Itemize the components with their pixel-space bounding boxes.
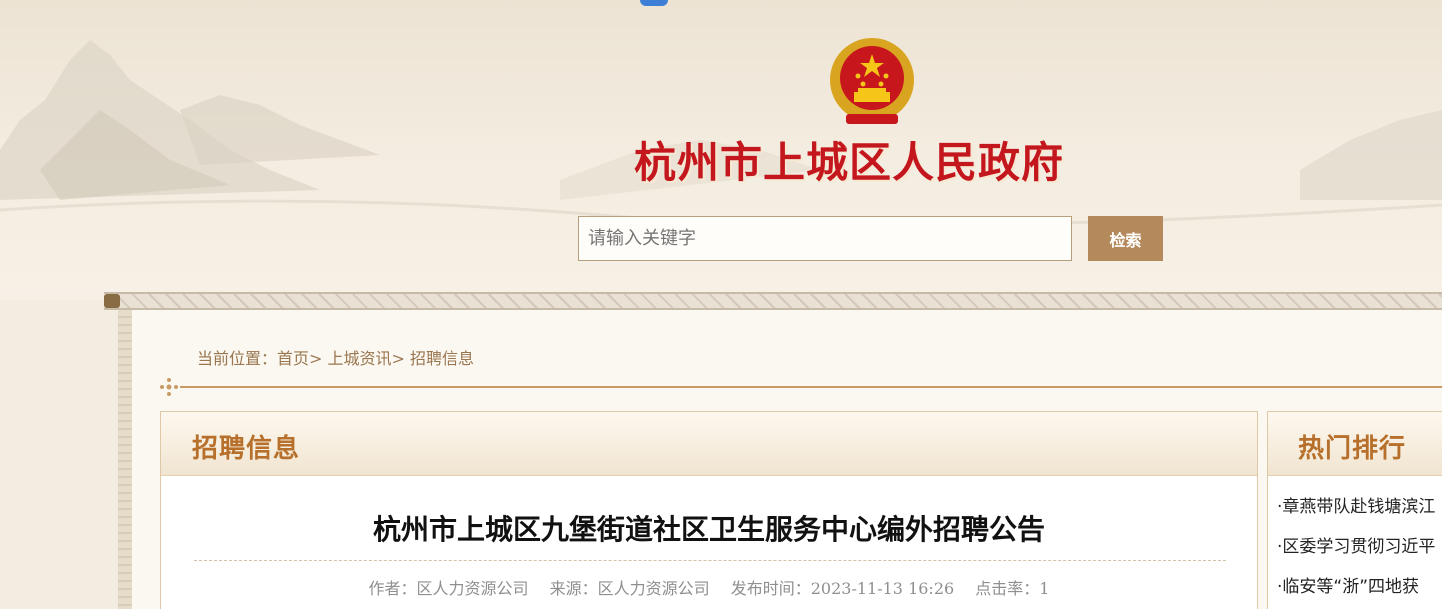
list-item: ·区委学习贯彻习近平	[1277, 534, 1435, 574]
hot-link[interactable]: ·临安等“浙”四地获	[1277, 577, 1419, 597]
site-title: 杭州市上城区人民政府	[634, 138, 1065, 187]
article-panel-header: 招聘信息	[161, 412, 1257, 476]
top-app-icon[interactable]	[640, 0, 668, 6]
article-author: 作者：区人力资源公司	[368, 579, 529, 598]
breadcrumb-separator: >	[309, 349, 323, 368]
breadcrumb: 当前位置：首页> 上城资讯> 招聘信息	[197, 347, 474, 371]
hot-ranking-panel: 热门排行 ·章燕带队赴钱塘滨江 ·区委学习贯彻习近平 ·临安等“浙”四地获	[1267, 411, 1442, 609]
list-item: ·临安等“浙”四地获	[1277, 574, 1435, 609]
hot-ranking-title: 热门排行	[1298, 434, 1407, 464]
breadcrumb-label: 当前位置：	[197, 349, 278, 368]
hot-link[interactable]: ·章燕带队赴钱塘滨江	[1277, 497, 1435, 517]
article-meta: 作者：区人力资源公司 来源：区人力资源公司 发布时间：2023-11-13 16…	[161, 575, 1257, 599]
section-title: 招聘信息	[192, 434, 301, 464]
article-title: 杭州市上城区九堡街道社区卫生服务中心编外招聘公告	[372, 513, 1045, 546]
hot-link[interactable]: ·区委学习贯彻习近平	[1277, 537, 1435, 557]
list-item: ·章燕带队赴钱塘滨江	[1277, 494, 1435, 534]
breadcrumb-divider	[180, 386, 1442, 388]
search-input[interactable]	[578, 216, 1072, 261]
search-button[interactable]: 检索	[1088, 216, 1163, 261]
scroll-left-edge	[118, 310, 132, 609]
article-clicks: 点击率：1	[975, 579, 1050, 598]
breadcrumb-recruitment-link[interactable]: 招聘信息	[410, 349, 474, 368]
scroll-rod-cap	[104, 294, 120, 308]
article-title-rule	[194, 560, 1226, 561]
breadcrumb-home-link[interactable]: 首页	[277, 349, 309, 368]
breadcrumb-news-link[interactable]: 上城资讯	[328, 349, 392, 368]
breadcrumb-separator: >	[391, 349, 405, 368]
ornament-icon	[160, 378, 178, 396]
article-panel: 招聘信息 杭州市上城区九堡街道社区卫生服务中心编外招聘公告 作者：区人力资源公司…	[160, 411, 1258, 609]
article-published: 发布时间：2023-11-13 16:26	[730, 579, 955, 598]
national-emblem-icon	[830, 38, 914, 124]
scroll-rod-decoration	[104, 292, 1442, 310]
hot-ranking-list: ·章燕带队赴钱塘滨江 ·区委学习贯彻习近平 ·临安等“浙”四地获	[1277, 494, 1435, 609]
article-source: 来源：区人力资源公司	[549, 579, 710, 598]
hot-ranking-header: 热门排行	[1268, 412, 1442, 476]
